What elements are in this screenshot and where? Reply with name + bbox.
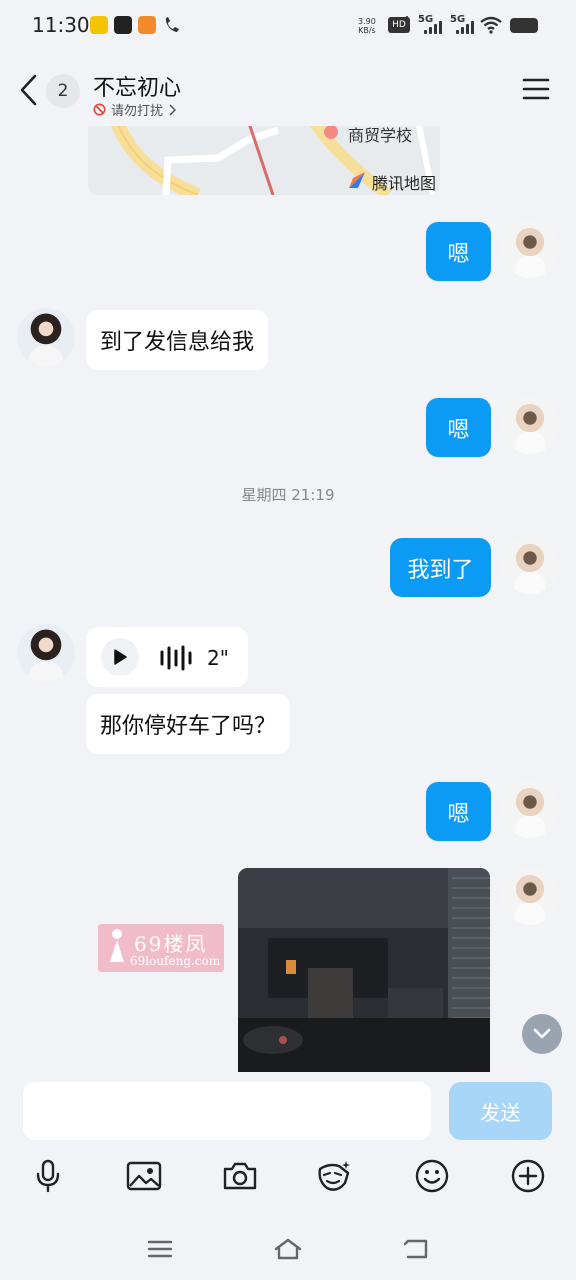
chat-screen: 11:30 3.90 KB/s HD 1 2 5G 5G 商贸学校 腾讯地图 2… bbox=[0, 0, 576, 1280]
app-notification-icon bbox=[114, 16, 132, 34]
net-speed: 3.90 KB/s bbox=[358, 17, 376, 35]
sim1: 1 bbox=[405, 15, 411, 24]
message-text: 到了发信息给我 bbox=[100, 330, 255, 355]
composer: 发送 bbox=[0, 1072, 576, 1280]
emoji-button[interactable] bbox=[412, 1156, 452, 1196]
message-text: 嗯 bbox=[447, 801, 470, 827]
my-avatar[interactable] bbox=[501, 780, 559, 838]
emoji-icon bbox=[415, 1159, 449, 1193]
gallery-button[interactable] bbox=[124, 1156, 164, 1196]
message-bubble-outgoing[interactable]: 嗯 bbox=[426, 222, 491, 281]
my-avatar[interactable] bbox=[501, 867, 559, 925]
watermark-logo: 69楼凤 69loufeng.com bbox=[98, 924, 224, 972]
message-text: 我到了 bbox=[407, 557, 474, 583]
camera-button[interactable] bbox=[220, 1156, 260, 1196]
message-bubble-outgoing[interactable]: 我到了 bbox=[390, 538, 491, 597]
watermark-text: 69楼凤 bbox=[134, 932, 208, 956]
hd-label: HD bbox=[392, 20, 406, 30]
image-message[interactable] bbox=[238, 868, 490, 1072]
play-button[interactable] bbox=[101, 638, 139, 676]
message-timestamp: 星期四 21:19 bbox=[241, 486, 335, 504]
nav-home-button[interactable] bbox=[270, 1234, 306, 1264]
my-avatar[interactable] bbox=[501, 396, 559, 454]
voice-message-bubble[interactable]: 2" bbox=[86, 627, 248, 687]
nav-menu-button[interactable] bbox=[142, 1234, 178, 1264]
net-speed-unit: KB/s bbox=[358, 26, 376, 35]
wifi-icon bbox=[480, 16, 502, 34]
map-provider-label: 腾讯地图 bbox=[372, 174, 437, 193]
app-notification-icon bbox=[90, 16, 108, 34]
sticker-icon bbox=[318, 1161, 350, 1191]
microphone-icon bbox=[36, 1159, 60, 1193]
message-bubble-outgoing[interactable]: 嗯 bbox=[426, 398, 491, 457]
image-icon bbox=[126, 1161, 162, 1191]
status-time: 11:30 bbox=[32, 13, 90, 37]
play-icon bbox=[114, 649, 127, 665]
nav-home-icon bbox=[274, 1238, 302, 1260]
battery-icon bbox=[510, 18, 538, 33]
missed-call-icon bbox=[165, 17, 179, 32]
sticker-search-button[interactable] bbox=[314, 1156, 354, 1196]
message-text: 嗯 bbox=[447, 417, 470, 443]
message-bubble-outgoing[interactable]: 嗯 bbox=[426, 782, 491, 841]
message-text: 嗯 bbox=[447, 241, 470, 267]
nav-menu-icon bbox=[147, 1240, 173, 1258]
camera-icon bbox=[223, 1162, 257, 1190]
menu-icon[interactable] bbox=[522, 77, 550, 101]
send-label: 发送 bbox=[480, 1100, 521, 1125]
message-bubble-incoming[interactable]: 那你停好车了吗？ bbox=[86, 694, 291, 754]
contact-avatar[interactable] bbox=[17, 624, 75, 682]
status-bar: 11:30 3.90 KB/s HD 1 2 5G 5G bbox=[0, 0, 576, 52]
dnd-label: 请勿打扰 bbox=[111, 104, 164, 119]
photo-content bbox=[238, 868, 490, 1072]
voice-waveform-icon bbox=[160, 645, 192, 671]
net-speed-value: 3.90 bbox=[358, 17, 376, 26]
unread-count: 2 bbox=[57, 81, 69, 101]
sim-indicator: 1 2 bbox=[405, 15, 410, 33]
send-button[interactable]: 发送 bbox=[449, 1082, 552, 1140]
my-avatar[interactable] bbox=[501, 220, 559, 278]
message-text: 那你停好车了吗？ bbox=[100, 714, 277, 739]
contact-name[interactable]: 不忘初心 bbox=[93, 70, 181, 102]
chevron-down-icon bbox=[533, 1028, 551, 1039]
nav-back-icon bbox=[403, 1239, 428, 1259]
my-avatar[interactable] bbox=[501, 536, 559, 594]
location-map-card[interactable]: 商贸学校 腾讯地图 bbox=[88, 120, 440, 195]
signal-1-icon bbox=[424, 20, 444, 34]
dnd-status[interactable]: 请勿打扰 bbox=[93, 100, 177, 119]
scroll-to-bottom-button[interactable] bbox=[522, 1014, 562, 1054]
signal-2-icon bbox=[456, 20, 476, 34]
watermark-url: 69loufeng.com bbox=[130, 954, 221, 968]
nav-back-button[interactable] bbox=[398, 1234, 434, 1264]
voice-input-button[interactable] bbox=[28, 1156, 68, 1196]
chat-header: 2 不忘初心 请勿打扰 bbox=[0, 52, 576, 126]
contact-avatar[interactable] bbox=[17, 308, 75, 366]
voice-duration: 2" bbox=[207, 646, 229, 670]
do-not-disturb-icon bbox=[93, 103, 106, 116]
message-bubble-incoming[interactable]: 到了发信息给我 bbox=[86, 310, 269, 370]
plus-circle-icon bbox=[511, 1159, 545, 1193]
app-notification-icon bbox=[138, 16, 156, 34]
unread-count-badge[interactable]: 2 bbox=[46, 74, 80, 108]
back-icon[interactable] bbox=[18, 74, 40, 106]
watermark-figure-icon bbox=[110, 929, 124, 962]
message-input[interactable] bbox=[23, 1082, 431, 1140]
sim2: 2 bbox=[405, 24, 411, 33]
chevron-right-icon bbox=[169, 103, 177, 116]
more-options-button[interactable] bbox=[508, 1156, 548, 1196]
tencent-map-logo-icon bbox=[349, 172, 365, 188]
